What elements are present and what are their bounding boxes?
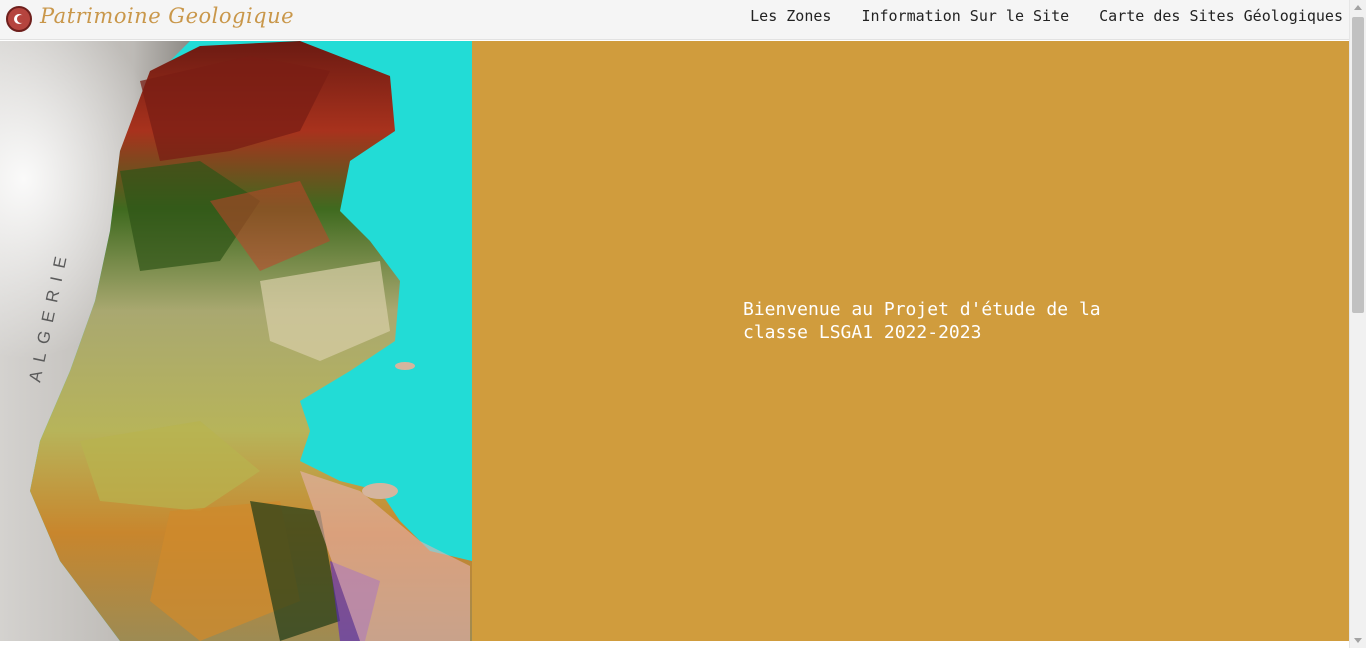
scroll-down-icon[interactable]: [1354, 638, 1362, 643]
nav-link-site-info[interactable]: Information Sur le Site: [861, 7, 1069, 25]
page-footer-strip: [0, 641, 1349, 648]
navbar: Patrimoine Geologique Les Zones Informat…: [0, 0, 1349, 40]
welcome-panel: Bienvenue au Projet d'étude de la classe…: [472, 41, 1349, 641]
nav-link-geological-map[interactable]: Carte des Sites Géologiques: [1099, 7, 1343, 25]
geological-relief-map-image: ALGERIE: [0, 41, 472, 641]
page: Patrimoine Geologique Les Zones Informat…: [0, 0, 1366, 648]
vertical-scrollbar[interactable]: [1349, 0, 1366, 648]
nav-menu: Les Zones Information Sur le Site Carte …: [750, 7, 1343, 25]
flag-crescent-icon[interactable]: [6, 6, 32, 32]
welcome-message: Bienvenue au Projet d'étude de la classe…: [743, 299, 1101, 343]
scrollbar-thumb[interactable]: [1352, 17, 1364, 313]
scroll-up-icon[interactable]: [1354, 5, 1362, 10]
site-brand[interactable]: Patrimoine Geologique: [40, 4, 294, 28]
nav-link-zones[interactable]: Les Zones: [750, 7, 831, 25]
